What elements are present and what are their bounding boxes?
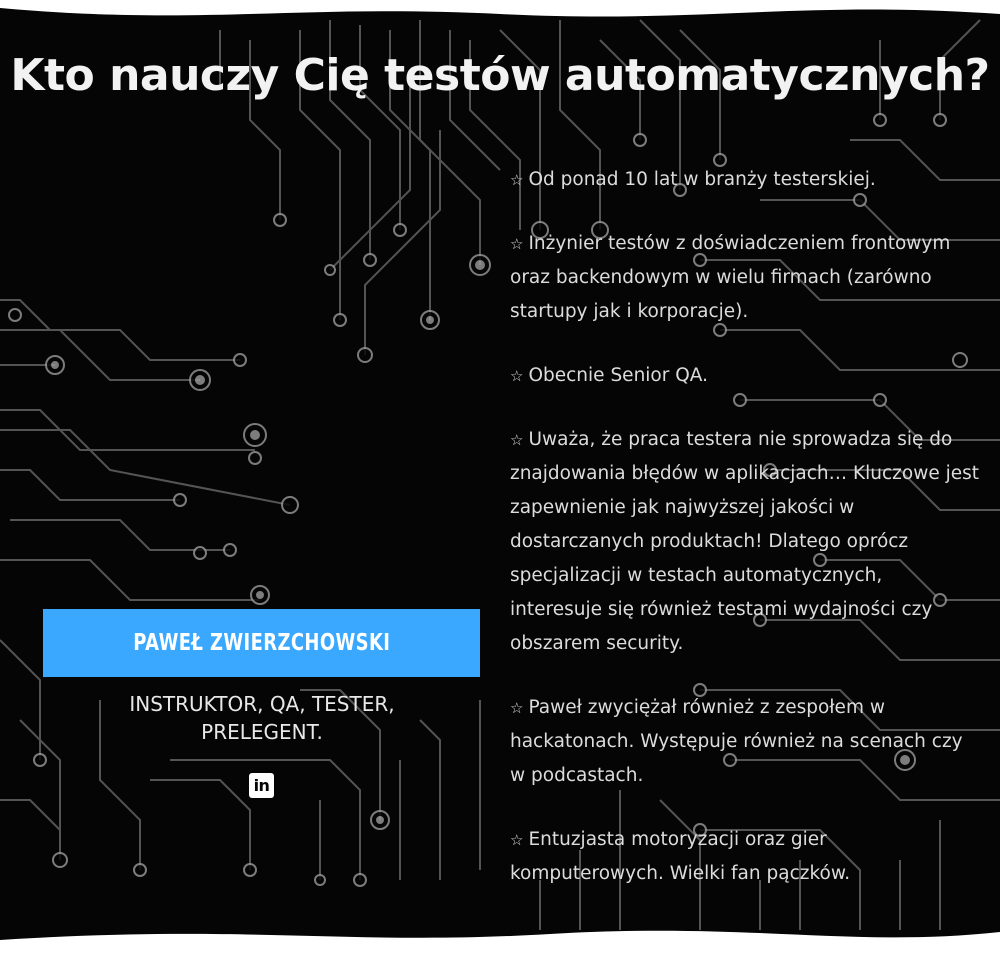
section-title: Kto nauczy Cię testów automatycznych? — [10, 50, 990, 101]
instructor-section: Kto nauczy Cię testów automatycznych? PA… — [0, 0, 1000, 954]
instructor-role: INSTRUKTOR, QA, TESTER, PRELEGENT. — [129, 692, 395, 744]
bio-item: ☆ Inżynier testów z doświadczeniem fronto… — [510, 233, 951, 322]
bio-item: ☆ Obecnie Senior QA. — [510, 365, 709, 386]
instructor-name-banner: PAWEŁ ZWIERZCHOWSKI — [43, 609, 480, 677]
instructor-name: PAWEŁ ZWIERZCHOWSKI — [132, 630, 391, 656]
bio-item: ☆ Uważa, że praca testera nie sprowadza s… — [510, 429, 980, 654]
star-outline-icon: ☆ — [510, 831, 524, 849]
star-outline-icon: ☆ — [510, 699, 524, 717]
star-outline-icon: ☆ — [510, 235, 524, 253]
star-outline-icon: ☆ — [510, 171, 524, 189]
bio-item: ☆ Paweł zwyciężał również z zespołem w ha… — [510, 697, 963, 786]
top-wave-divider — [0, 0, 1000, 17]
star-outline-icon: ☆ — [510, 431, 524, 449]
bio-item: ☆ Od ponad 10 lat w branży testerskiej. — [510, 169, 876, 190]
linkedin-icon-glyph: in — [253, 775, 270, 795]
linkedin-icon[interactable]: in — [249, 773, 274, 798]
instructor-bio: ☆ Od ponad 10 lat w branży testerskiej. ☆… — [510, 163, 980, 921]
star-outline-icon: ☆ — [510, 367, 524, 385]
bio-item: ☆ Entuzjasta motoryzacji oraz gier komput… — [510, 829, 851, 884]
